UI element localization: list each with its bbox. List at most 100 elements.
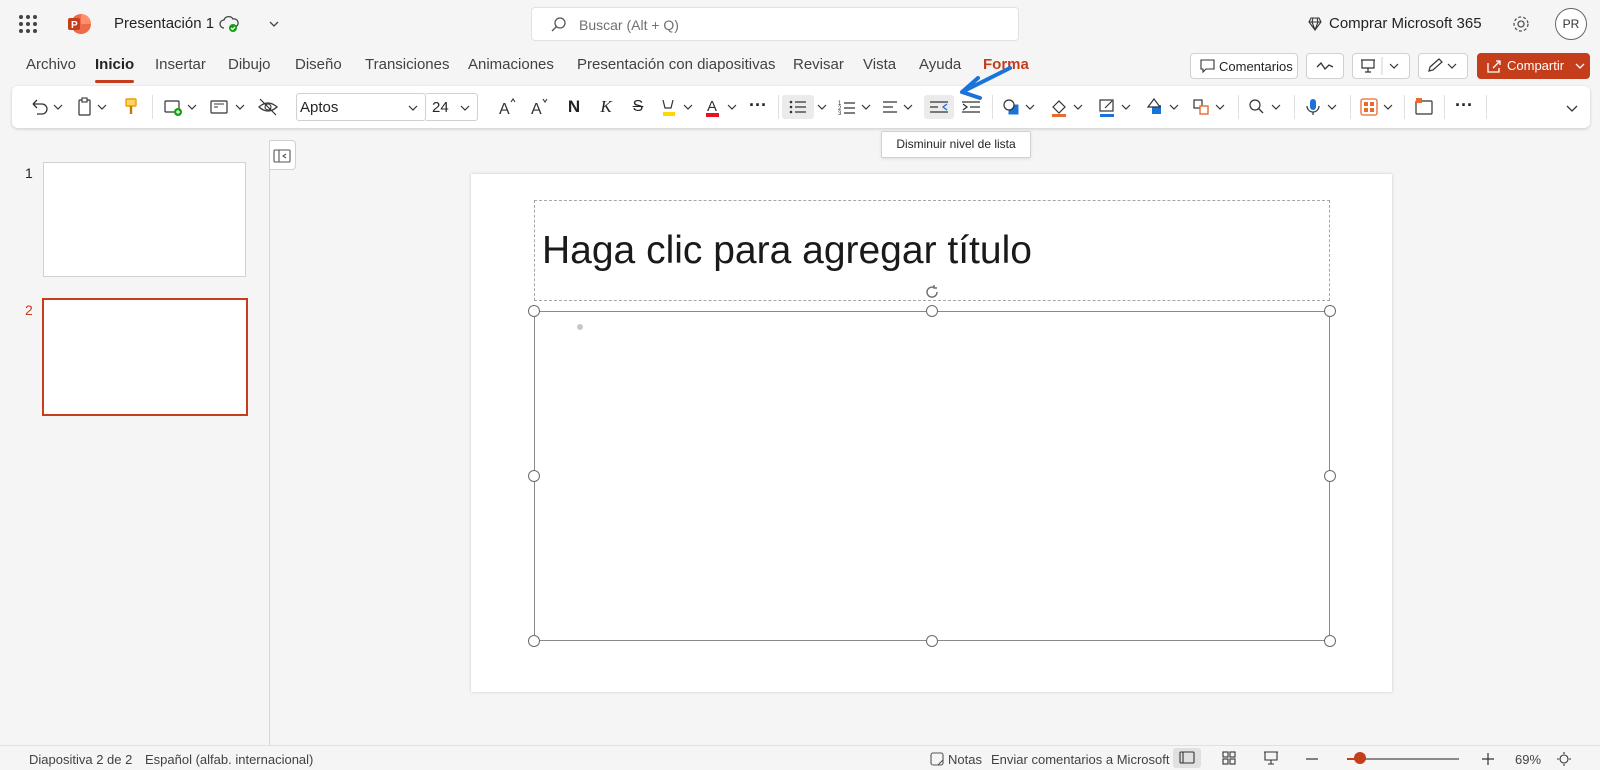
tab-ayuda[interactable]: Ayuda <box>919 56 961 73</box>
resize-handle-top-right[interactable] <box>1324 305 1336 317</box>
collapse-pane-button[interactable] <box>270 140 296 170</box>
svg-text:A: A <box>531 101 542 118</box>
resize-handle-bottom-right[interactable] <box>1324 635 1336 647</box>
tab-insertar[interactable]: Insertar <box>155 56 206 73</box>
slide-sorter-view-button[interactable] <box>1215 748 1243 768</box>
separator <box>1294 95 1295 119</box>
user-avatar[interactable]: PR <box>1555 8 1587 40</box>
bullets-dropdown[interactable] <box>814 95 832 119</box>
svg-text:3: 3 <box>838 111 842 117</box>
status-bar: Diapositiva 2 de 2 Español (alfab. inter… <box>0 745 1600 770</box>
shape-outline-button[interactable] <box>1096 95 1136 119</box>
present-button[interactable] <box>1352 53 1410 79</box>
editing-mode-button[interactable] <box>1418 53 1468 79</box>
resize-handle-right[interactable] <box>1324 470 1336 482</box>
shape-fill-button[interactable] <box>1048 95 1088 119</box>
fit-to-window-icon[interactable] <box>1556 751 1572 767</box>
language-indicator[interactable]: Español (alfab. internacional) <box>145 752 313 767</box>
chevron-down-icon[interactable] <box>268 18 280 30</box>
numbering-button[interactable]: 123 <box>836 95 876 119</box>
tab-inicio[interactable]: Inicio <box>95 56 135 83</box>
tab-vista[interactable]: Vista <box>863 56 896 73</box>
catch-up-button[interactable] <box>1306 53 1344 79</box>
resize-handle-bottom[interactable] <box>926 635 938 647</box>
tab-diseno[interactable]: Diseño <box>295 56 342 73</box>
activity-icon <box>1316 61 1334 71</box>
share-button[interactable]: Compartir <box>1477 53 1590 79</box>
search-box[interactable]: Buscar (Alt + Q) <box>531 7 1019 41</box>
slide-thumbnail-2[interactable] <box>42 298 248 416</box>
resize-handle-top[interactable] <box>926 305 938 317</box>
zoom-level[interactable]: 69% <box>1515 752 1541 767</box>
annotation-arrow-icon <box>960 66 1012 100</box>
undo-icon <box>32 99 63 115</box>
notes-button[interactable]: Notas <box>948 752 982 767</box>
share-label: Compartir <box>1507 58 1565 73</box>
document-title[interactable]: Presentación 1 <box>114 15 214 32</box>
app-launcher-icon[interactable] <box>19 15 37 33</box>
comments-button[interactable]: Comentarios <box>1190 53 1298 79</box>
align-button[interactable] <box>880 95 920 119</box>
resize-handle-left[interactable] <box>528 470 540 482</box>
decrease-indent-button[interactable] <box>924 95 954 119</box>
new-slide-button[interactable] <box>162 95 200 119</box>
italic-button[interactable]: K <box>596 95 616 119</box>
zoom-in-icon[interactable] <box>1481 752 1495 766</box>
font-size-dropdown[interactable]: 24 <box>426 93 478 121</box>
designer-button[interactable] <box>1358 95 1398 119</box>
share-icon <box>1487 60 1501 73</box>
tab-presentacion[interactable]: Presentación con diapositivas <box>577 56 775 73</box>
title-placeholder-text: Haga clic para agregar título <box>542 229 1032 272</box>
font-name-dropdown[interactable]: Aptos <box>296 93 426 121</box>
resize-handle-top-left[interactable] <box>528 305 540 317</box>
tab-archivo[interactable]: Archivo <box>26 56 76 73</box>
font-color-button[interactable]: A <box>702 95 742 119</box>
resize-handle-bottom-left[interactable] <box>528 635 540 647</box>
paste-button[interactable] <box>74 95 112 119</box>
hide-slide-button[interactable] <box>256 95 280 119</box>
tab-animaciones[interactable]: Animaciones <box>468 56 554 73</box>
zoom-out-icon[interactable] <box>1305 752 1319 766</box>
rotate-handle-icon[interactable] <box>924 284 940 300</box>
search-placeholder: Buscar (Alt + Q) <box>579 17 679 33</box>
powerpoint-logo-icon[interactable]: P <box>67 13 91 35</box>
normal-view-button[interactable] <box>1173 748 1201 768</box>
slideshow-view-button[interactable] <box>1257 748 1285 768</box>
bold-button[interactable]: N <box>564 95 584 119</box>
tab-dibujo[interactable]: Dibujo <box>228 56 271 73</box>
grow-font-button[interactable]: A <box>496 95 520 119</box>
shrink-font-button[interactable]: A <box>528 95 552 119</box>
tab-transiciones[interactable]: Transiciones <box>365 56 449 73</box>
font-color-icon: A <box>706 98 737 117</box>
highlight-button[interactable] <box>658 95 698 119</box>
slide-thumbnail-1[interactable] <box>43 162 246 277</box>
more-font-options-button[interactable]: ··· <box>746 95 770 119</box>
chevron-down-icon[interactable] <box>1574 61 1586 71</box>
shape-effects-button[interactable] <box>1144 95 1184 119</box>
font-decrease-icon: A <box>531 98 548 118</box>
arrange-button[interactable] <box>1190 95 1230 119</box>
search-icon <box>1249 99 1281 114</box>
feedback-link[interactable]: Enviar comentarios a Microsoft <box>991 752 1169 767</box>
layout-button[interactable] <box>208 95 248 119</box>
gear-icon[interactable] <box>1511 14 1531 34</box>
add-in-button[interactable] <box>1412 95 1436 119</box>
align-left-icon <box>883 101 913 113</box>
dictate-button[interactable] <box>1302 95 1342 119</box>
buy-microsoft-365-link[interactable]: Comprar Microsoft 365 <box>1329 15 1482 32</box>
format-painter-icon <box>125 98 137 114</box>
tab-revisar[interactable]: Revisar <box>793 56 844 73</box>
zoom-slider-thumb[interactable] <box>1354 752 1366 764</box>
eye-off-icon <box>258 98 278 116</box>
separator <box>1350 95 1351 119</box>
more-options-button[interactable]: ··· <box>1452 95 1476 119</box>
undo-button[interactable] <box>28 95 66 119</box>
pencil-icon <box>1428 58 1457 72</box>
ribbon-display-options[interactable] <box>1562 98 1582 122</box>
format-painter-button[interactable] <box>120 95 142 119</box>
bullets-button[interactable] <box>782 95 814 119</box>
strikethrough-button[interactable]: S <box>628 95 648 119</box>
content-placeholder[interactable] <box>534 311 1330 641</box>
find-button[interactable] <box>1246 95 1286 119</box>
present-icon <box>1361 57 1399 75</box>
